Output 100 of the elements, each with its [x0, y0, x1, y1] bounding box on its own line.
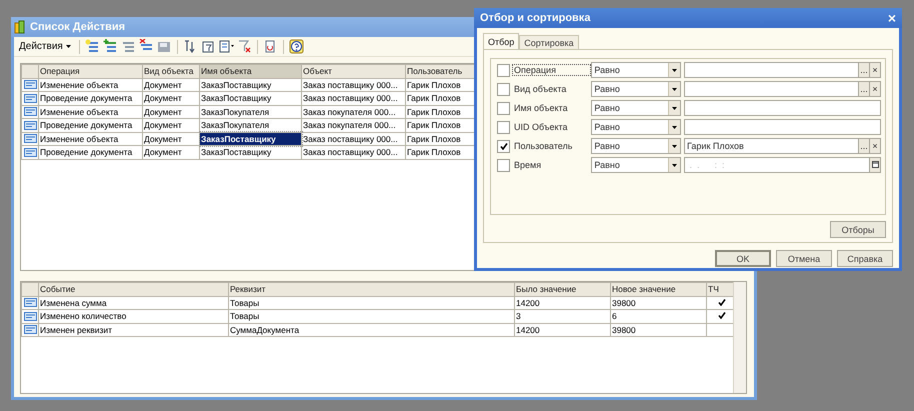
table-cell[interactable]: Проведение документа [38, 118, 142, 132]
table-cell[interactable]: ЗаказПоставщику [200, 78, 302, 92]
dialog-button[interactable]: Справка [837, 250, 893, 267]
filter-label: Время [513, 159, 542, 171]
close-button[interactable]: × [888, 11, 896, 25]
condition-dropdown[interactable]: Равно [591, 119, 682, 135]
column-header[interactable]: Имя объекта [200, 64, 302, 78]
add-icon[interactable] [84, 39, 100, 54]
column-header[interactable]: Объект [302, 64, 406, 78]
clear-filter-icon[interactable] [236, 39, 252, 54]
table-cell[interactable]: Проведение документа [38, 92, 142, 105]
table-cell[interactable]: 3 [514, 310, 610, 323]
record-icon [24, 148, 36, 157]
table-cell[interactable]: 14200 [514, 296, 610, 310]
table-cell[interactable]: 39800 [610, 296, 706, 310]
calendar-icon [872, 161, 878, 168]
condition-dropdown[interactable]: Равно [591, 62, 682, 78]
value-field[interactable]: Гарик Плохов [684, 138, 859, 154]
table-cell[interactable]: ЗаказПоставщику [200, 92, 302, 105]
table-cell[interactable]: Документ [142, 146, 200, 159]
table-cell[interactable]: Проведение документа [38, 146, 142, 159]
condition-dropdown[interactable]: Равно [591, 138, 682, 154]
value-field[interactable] [684, 62, 859, 78]
table-cell[interactable]: Заказ поставщику 000... [302, 146, 406, 159]
table-cell[interactable]: 6 [610, 310, 706, 323]
filter-icon[interactable] [200, 39, 216, 54]
table-cell[interactable]: Изменение объекта [38, 78, 142, 92]
tab[interactable]: Отбор [483, 33, 520, 49]
field-button[interactable]: × [870, 138, 881, 154]
caret-icon [672, 106, 678, 110]
field-button[interactable]: ... [859, 81, 870, 97]
actions-menu[interactable]: Действия [16, 41, 74, 52]
value-field[interactable]: . . : : [684, 157, 870, 173]
tab[interactable]: Сортировка [519, 35, 579, 49]
table-cell[interactable]: Документ [142, 92, 200, 105]
field-button[interactable]: ... [859, 138, 870, 154]
table-cell[interactable]: ЗаказПоставщику [200, 146, 302, 159]
table-cell[interactable]: СуммаДокумента [228, 323, 514, 336]
table-cell[interactable]: Изменен реквизит [38, 323, 228, 336]
column-header[interactable]: Было значение [514, 282, 610, 296]
table-cell[interactable]: Изменение объекта [38, 132, 142, 146]
condition-dropdown[interactable]: Равно [591, 157, 682, 173]
filter-label: Имя объекта [513, 102, 569, 114]
table-cell[interactable]: 39800 [610, 323, 706, 336]
condition-dropdown[interactable]: Равно [591, 81, 682, 97]
table-cell[interactable]: Документ [142, 105, 200, 118]
table-cell[interactable]: Заказ покупателя 000... [302, 105, 406, 118]
calendar-button[interactable] [870, 157, 881, 173]
scrollbar[interactable] [733, 282, 746, 393]
table-cell[interactable]: Заказ поставщику 000... [302, 132, 406, 146]
condition-dropdown[interactable]: Равно [591, 100, 682, 116]
record-icon [24, 80, 36, 90]
table-cell[interactable]: Товары [228, 296, 514, 310]
field-button[interactable]: × [870, 62, 881, 78]
table-cell[interactable]: 14200 [514, 323, 610, 336]
caret-icon [672, 126, 678, 128]
window-title: Список Действия [30, 21, 126, 33]
caret-icon [66, 45, 71, 48]
filter-label: Пользователь [513, 140, 574, 152]
table-cell[interactable]: Заказ поставщику 000... [302, 92, 406, 105]
dialog-button[interactable]: Отмена [776, 250, 832, 267]
checkbox[interactable] [497, 102, 510, 114]
table-cell[interactable]: Изменена сумма [38, 296, 228, 310]
list-icon[interactable] [120, 39, 136, 54]
value-field[interactable] [684, 100, 881, 116]
caret-icon [672, 88, 678, 90]
checkbox[interactable] [497, 140, 510, 152]
table-cell[interactable]: Заказ покупателя 000... [302, 118, 406, 132]
checkbox[interactable] [497, 82, 510, 96]
caret-icon [672, 68, 678, 72]
checkbox[interactable] [497, 120, 510, 134]
record-icon [24, 325, 36, 334]
table-cell[interactable]: Изменено количество [38, 310, 228, 323]
help-icon[interactable] [288, 39, 304, 54]
field-button[interactable]: × [870, 81, 881, 97]
table-cell[interactable]: ЗаказПокупателя [200, 105, 302, 118]
filters-button[interactable]: Отборы [830, 221, 886, 238]
table-cell[interactable]: Документ [142, 78, 200, 92]
table-cell[interactable]: Документ [142, 118, 200, 132]
table-cell[interactable]: Товары [228, 310, 514, 323]
check-icon [500, 142, 508, 150]
field-button[interactable]: ... [859, 62, 870, 78]
table-cell[interactable]: Изменение объекта [38, 105, 142, 118]
table-cell[interactable]: Заказ поставщику 000... [302, 78, 406, 92]
record-icon [24, 94, 36, 103]
save-icon[interactable] [156, 39, 172, 54]
table-cell[interactable]: ЗаказПоставщику [200, 132, 302, 146]
record-icon [24, 134, 36, 144]
column-header[interactable]: Событие [38, 282, 228, 296]
column-header[interactable]: Реквизит [228, 282, 514, 296]
column-header[interactable]: Операция [38, 64, 142, 78]
dialog-button[interactable]: OK [715, 250, 771, 267]
checkbox[interactable] [497, 158, 510, 172]
checkbox[interactable] [497, 64, 510, 76]
value-field[interactable] [684, 81, 859, 97]
column-header[interactable]: Новое значение [610, 282, 706, 296]
add-group-icon[interactable] [102, 39, 118, 54]
column-header[interactable]: Вид объекта [142, 64, 200, 78]
filter-list-icon[interactable] [218, 39, 234, 54]
value-field[interactable] [684, 119, 881, 135]
